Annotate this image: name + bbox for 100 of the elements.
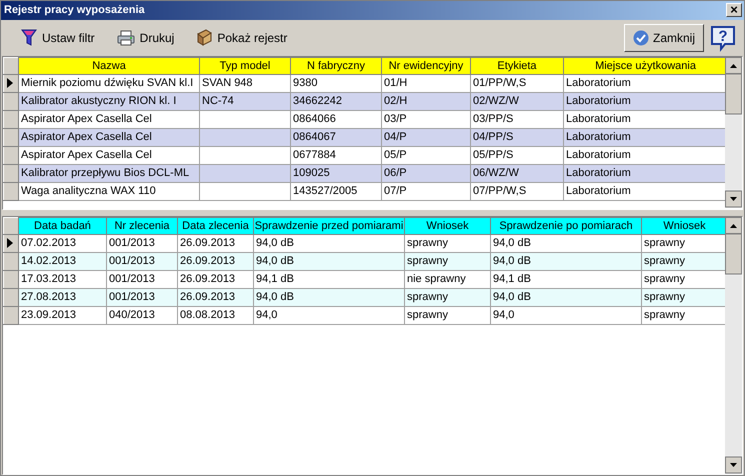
table-cell: 0864067 (290, 128, 382, 146)
table-cell: 03/P (382, 110, 470, 128)
table-cell: 04/P (382, 128, 470, 146)
table-cell: 94,0 (490, 306, 642, 324)
table-cell: 05/PP/S (470, 146, 564, 164)
window-title: Rejestr pracy wyposażenia (4, 4, 145, 16)
vertical-scrollbar[interactable] (725, 216, 742, 474)
column-header[interactable]: Nazwa (18, 57, 200, 74)
table-cell: 04/PP/S (470, 128, 564, 146)
table-cell: NC-74 (200, 92, 290, 110)
table-cell: sprawny (404, 288, 490, 306)
table-cell: 26.09.2013 (178, 252, 254, 270)
funnel-icon (21, 28, 37, 47)
table-cell: 94,0 dB (254, 288, 404, 306)
column-header[interactable]: Wniosek (642, 217, 725, 234)
table-cell: 08.08.2013 (178, 306, 254, 324)
table-cell: Laboratorium (564, 110, 725, 128)
table-cell: 0864066 (290, 110, 382, 128)
column-header[interactable]: Miejsce użytkowania (564, 57, 725, 74)
column-header[interactable]: Wniosek (404, 217, 490, 234)
table-cell: Laboratorium (564, 164, 725, 182)
table-cell: 94,0 dB (490, 234, 642, 252)
table-cell: 001/2013 (106, 288, 178, 306)
table-cell: 26.09.2013 (178, 270, 254, 288)
table-cell: SVAN 948 (200, 74, 290, 92)
table-cell: 94,1 dB (490, 270, 642, 288)
table-cell: 01/H (382, 74, 470, 92)
toolbar-button[interactable]: Ustaw filtr (21, 26, 103, 49)
column-header[interactable]: Nr ewidencyjny (382, 57, 470, 74)
table-cell: 26.09.2013 (178, 234, 254, 252)
table-cell: Laboratorium (564, 182, 725, 200)
table-cell: 27.08.2013 (18, 288, 106, 306)
table-cell: 94,0 (254, 306, 404, 324)
table-cell: 07/P (382, 182, 470, 200)
printer-icon (116, 30, 135, 46)
column-header[interactable]: Nr zlecenia (106, 217, 178, 234)
table-cell: 26.09.2013 (178, 288, 254, 306)
column-header[interactable]: Data badań (18, 217, 106, 234)
table-cell: 001/2013 (106, 234, 178, 252)
table-cell: 94,0 dB (254, 252, 404, 270)
button-label: Drukuj (140, 30, 174, 45)
table-cell: sprawny (642, 270, 725, 288)
check-icon (632, 30, 649, 46)
table-cell: 109025 (290, 164, 382, 182)
table-cell: 02/WZ/W (470, 92, 564, 110)
table-cell: 06/WZ/W (470, 164, 564, 182)
vertical-scrollbar[interactable] (725, 56, 742, 208)
table-cell: 040/2013 (106, 306, 178, 324)
button-label: Ustaw filtr (42, 30, 95, 45)
row-indicator[interactable] (4, 234, 18, 252)
column-header[interactable]: Typ model (200, 57, 290, 74)
table-cell: sprawny (404, 234, 490, 252)
table-cell: 17.03.2013 (18, 270, 106, 288)
table-cell: Laboratorium (564, 74, 725, 92)
table-cell: 06/P (382, 164, 470, 182)
current-row-icon (7, 78, 13, 88)
table-cell: Laboratorium (564, 128, 725, 146)
table-cell: Waga analityczna WAX 110 (18, 182, 200, 200)
table-cell: 07/PP/W,S (470, 182, 564, 200)
table-cell: 34662242 (290, 92, 382, 110)
table-cell: sprawny (404, 306, 490, 324)
table-cell: 94,0 dB (490, 252, 642, 270)
column-header[interactable]: N fabryczny (290, 57, 382, 74)
table-cell: nie sprawny (404, 270, 490, 288)
table-cell: 01/PP/W,S (470, 74, 564, 92)
table-cell: 001/2013 (106, 270, 178, 288)
close-button[interactable]: Zamknij (624, 24, 704, 52)
table-cell: sprawny (642, 306, 725, 324)
table-cell: Aspirator Apex Casella Cel (18, 146, 200, 164)
table-cell: 07.02.2013 (18, 234, 106, 252)
table-cell: 9380 (290, 74, 382, 92)
toolbar-button[interactable]: Drukuj (116, 28, 182, 48)
table-cell: Aspirator Apex Casella Cel (18, 128, 200, 146)
table-cell: 94,1 dB (254, 270, 404, 288)
table-cell: 02/H (382, 92, 470, 110)
table-cell: 03/PP/S (470, 110, 564, 128)
table-cell: Laboratorium (564, 146, 725, 164)
toolbar-button[interactable]: Pokaż rejestr (196, 27, 296, 48)
table-cell: Miernik poziomu dźwięku SVAN kl.I (18, 74, 200, 92)
table-cell: Laboratorium (564, 92, 725, 110)
row-indicator[interactable] (4, 74, 18, 92)
table-cell: Kalibrator przepływu Bios DCL-ML (18, 164, 200, 182)
table-cell: 94,0 dB (254, 234, 404, 252)
table-cell: sprawny (642, 288, 725, 306)
column-header[interactable]: Sprawdzenie przed pomiarami (254, 217, 404, 234)
column-header[interactable]: Data zlecenia (178, 217, 254, 234)
table-cell: 0677884 (290, 146, 382, 164)
close-button[interactable]: × (726, 3, 742, 18)
table-cell: 143527/2005 (290, 182, 382, 200)
button-label: Pokaż rejestr (217, 30, 288, 45)
table-cell: Aspirator Apex Casella Cel (18, 110, 200, 128)
table-cell: 23.09.2013 (18, 306, 106, 324)
table-cell: sprawny (404, 252, 490, 270)
table-cell: 05/P (382, 146, 470, 164)
column-header[interactable]: Etykieta (470, 57, 564, 74)
current-row-icon (7, 238, 13, 248)
table-cell: 001/2013 (106, 252, 178, 270)
table-cell: sprawny (642, 234, 725, 252)
table-cell: Kalibrator akustyczny RION kl. I (18, 92, 200, 110)
column-header[interactable]: Sprawdzenie po pomiarach (490, 217, 642, 234)
